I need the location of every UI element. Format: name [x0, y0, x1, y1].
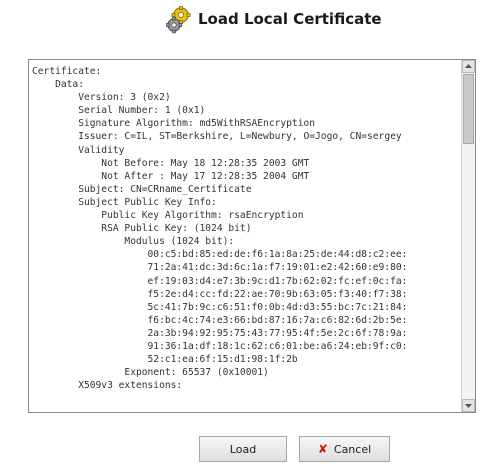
certificate-line: Version: 3 (0x2): [32, 92, 171, 104]
certificate-line: Validity: [32, 144, 125, 156]
load-button-label: Load: [229, 442, 257, 456]
certificate-line: 52:c1:ea:6f:15:d1:98:1f:2b: [32, 354, 298, 366]
certificate-line: 91:36:1a:df:18:1c:62:c6:01:be:a6:24:eb:9…: [32, 340, 408, 352]
certificate-textarea[interactable]: Certificate: Data: Version: 3 (0x2) Seri…: [28, 59, 476, 413]
load-button[interactable]: Load: [199, 436, 287, 462]
certificate-line: 2a:3b:94:92:95:75:43:77:95:4f:5e:2c:6f:7…: [32, 327, 408, 339]
cancel-button-label: Cancel: [333, 442, 372, 456]
certificate-line: Modulus (1024 bit):: [32, 236, 235, 248]
certificate-line: Subject: CN=CRname_Certificate: [32, 183, 252, 195]
page-title: Load Local Certificate: [198, 10, 382, 28]
certificate-line: Not Before: May 18 12:28:35 2003 GMT: [32, 157, 310, 169]
scroll-down-icon[interactable]: [462, 399, 475, 412]
scroll-thumb[interactable]: [463, 74, 474, 144]
certificate-line: Data:: [32, 79, 84, 91]
certificate-line: 71:2a:41:dc:3d:6c:1a:f7:19:01:e2:42:60:e…: [32, 262, 408, 274]
certificate-line: Public Key Algorithm: rsaEncryption: [32, 210, 304, 222]
vertical-scrollbar[interactable]: [461, 60, 475, 412]
certificate-line: Serial Number: 1 (0x1): [32, 105, 206, 117]
certificate-line: Subject Public Key Info:: [32, 196, 217, 208]
cancel-button[interactable]: ✘ Cancel: [299, 436, 390, 462]
close-icon: ✘: [317, 442, 328, 456]
certificate-line: Not After : May 17 12:28:35 2004 GMT: [32, 170, 310, 182]
certificate-content: Certificate: Data: Version: 3 (0x2) Seri…: [32, 65, 462, 409]
gears-icon: [165, 6, 192, 34]
certificate-line: Issuer: C=IL, ST=Berkshire, L=Newbury, O…: [32, 131, 402, 143]
certificate-line: Signature Algorithm: md5WithRSAEncryptio…: [32, 118, 316, 130]
certificate-line: ef:19:03:d4:e7:3b:9c:d1:7b:62:02:fc:ef:0…: [32, 275, 408, 287]
certificate-line: 00:c5:bd:85:ed:de:f6:1a:8a:25:de:44:d8:c…: [32, 249, 408, 261]
certificate-line: f5:2e:d4:cc:fd:22:ae:70:9b:63:05:f3:40:f…: [32, 288, 408, 300]
certificate-line: Certificate:: [32, 66, 102, 77]
dialog-header: Load Local Certificate: [0, 6, 500, 36]
certificate-line: RSA Public Key: (1024 bit): [32, 223, 252, 235]
certificate-line: X509v3 extensions:: [32, 380, 183, 392]
certificate-line: 5c:41:7b:9c:c6:51:f0:0b:4d:d3:55:bc:7c:2…: [32, 301, 408, 313]
certificate-line: f6:bc:4c:74:e3:66:bd:87:16:7a:c6:82:6d:2…: [32, 314, 408, 326]
certificate-line: Exponent: 65537 (0x10001): [32, 367, 269, 379]
scroll-up-icon[interactable]: [462, 60, 475, 73]
